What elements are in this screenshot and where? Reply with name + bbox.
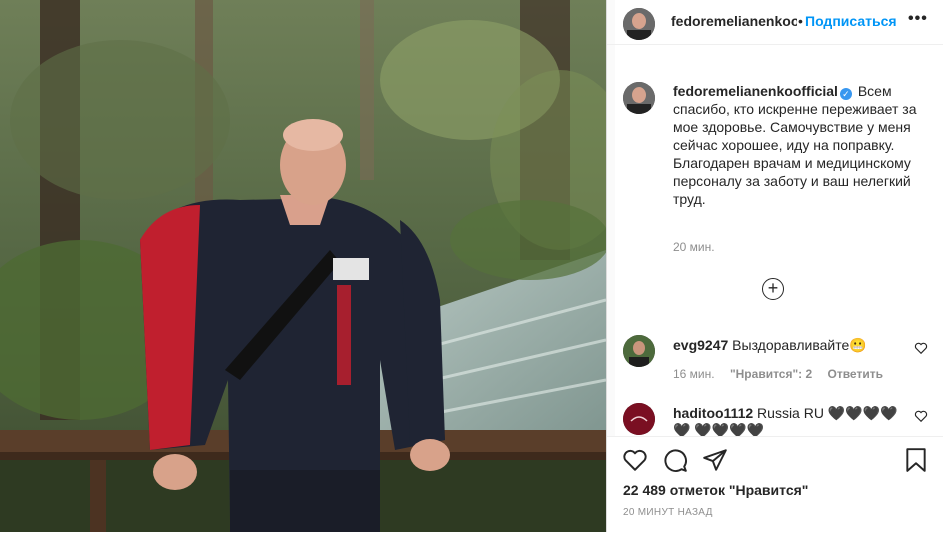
caption-time: 20 мин. xyxy=(673,240,715,254)
avatar-image xyxy=(623,8,655,40)
comment-icon[interactable] xyxy=(662,447,688,473)
comment-like-icon[interactable] xyxy=(914,341,928,355)
avatar-image xyxy=(623,82,655,114)
post-panel: fedoremelianenkoofficial • Подписаться •… xyxy=(606,0,943,533)
commenter-avatar[interactable] xyxy=(623,403,655,435)
comment-username[interactable]: evg9247 xyxy=(673,337,728,353)
follow-button[interactable]: Подписаться xyxy=(805,13,897,29)
comment-time: 16 мин. xyxy=(673,367,715,381)
caption-body: fedoremelianenkoofficial ✓ Всем спасибо, … xyxy=(673,82,925,208)
commenter-avatar[interactable] xyxy=(623,335,655,367)
heart-icon[interactable] xyxy=(622,447,648,473)
caption-avatar[interactable] xyxy=(623,82,655,114)
post-header: fedoremelianenkoofficial • Подписаться •… xyxy=(607,0,943,45)
avatar-image xyxy=(623,403,655,435)
post-photo[interactable] xyxy=(0,0,606,532)
caption-username[interactable]: fedoremelianenkoofficial xyxy=(673,83,838,99)
instagram-post: fedoremelianenkoofficial • Подписаться •… xyxy=(0,0,943,533)
comment-like-icon[interactable] xyxy=(914,409,928,423)
post-timestamp[interactable]: 20 минут назад xyxy=(623,507,713,518)
share-icon[interactable] xyxy=(702,447,728,473)
caption-text-line2: Благодарен врачам и медицинскому персона… xyxy=(673,155,911,207)
avatar-image xyxy=(623,335,655,367)
load-more-comments-icon[interactable]: + xyxy=(762,278,784,300)
likes-count[interactable]: 22 489 отметок "Нравится" xyxy=(623,482,808,498)
header-username[interactable]: fedoremelianenkoofficial xyxy=(671,13,797,29)
comment-meta: 16 мин. "Нравится": 2 Ответить xyxy=(673,367,895,381)
bookmark-icon[interactable] xyxy=(903,447,929,473)
forest-photo xyxy=(0,0,606,532)
reply-button[interactable]: Ответить xyxy=(828,367,883,381)
header-separator: • xyxy=(798,13,803,29)
comment-likes[interactable]: "Нравится": 2 xyxy=(730,367,812,381)
comment-text: haditoo1112 Russia RU 🖤🖤🖤🖤🖤 🖤🖤🖤🖤 xyxy=(673,405,903,439)
verified-badge-icon: ✓ xyxy=(839,88,852,100)
post-actions: 22 489 отметок "Нравится" 20 минут назад xyxy=(607,436,943,533)
comment-username[interactable]: haditoo1112 xyxy=(673,405,753,421)
comment-body: Выздоравливайте😬 xyxy=(732,337,867,353)
comment-text: evg9247 Выздоравливайте😬 xyxy=(673,337,903,354)
more-options-icon[interactable]: ••• xyxy=(908,10,928,28)
author-avatar[interactable] xyxy=(623,8,655,40)
